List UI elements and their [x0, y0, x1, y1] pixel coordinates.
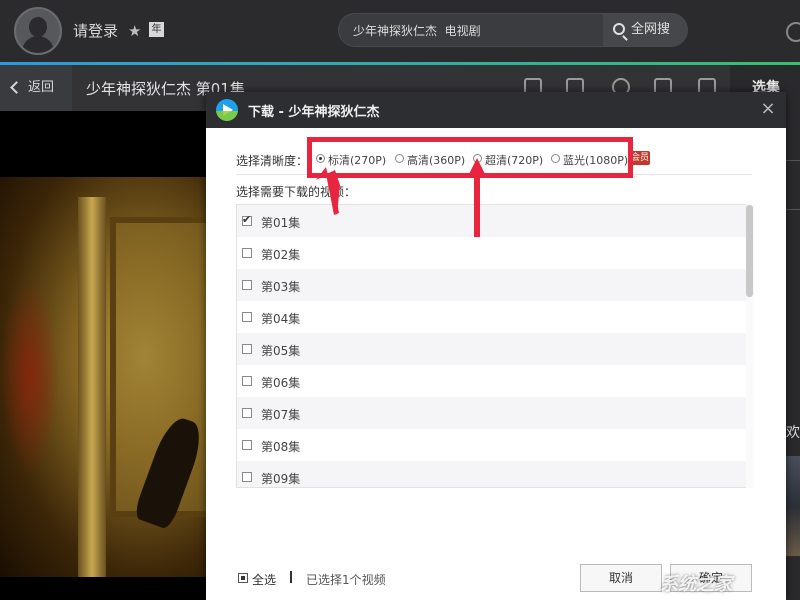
episode-label: 第03集 [261, 280, 301, 294]
search-box: 全网搜 [338, 13, 688, 47]
checkbox[interactable] [242, 472, 252, 482]
quality-option-720p[interactable]: 超清(720P) [473, 152, 543, 168]
search-icon [613, 23, 625, 35]
episode-row-06[interactable]: 第06集 [237, 365, 753, 397]
search-input[interactable] [353, 21, 603, 39]
episode-list: 第01集 第02集 第03集 第04集 第05集 第06集 第07集 第08集 [236, 204, 754, 488]
video-pillar [78, 197, 106, 577]
selected-count: 已选择1个视频 [306, 573, 386, 587]
close-icon[interactable]: × [759, 100, 777, 118]
dialog-title: 下载 - 少年神探狄仁杰 [248, 105, 380, 120]
year-badge-icon[interactable]: 年 [149, 22, 164, 37]
episode-label: 第06集 [261, 376, 301, 390]
episode-label: 第07集 [261, 408, 301, 422]
select-all-checkbox[interactable]: 全选 [238, 571, 276, 588]
checkbox[interactable] [242, 280, 252, 290]
episode-row-01[interactable]: 第01集 [237, 205, 753, 237]
checkbox[interactable] [242, 376, 252, 386]
side-panel-heading: 欢 [786, 425, 800, 441]
search-button[interactable]: 全网搜 [603, 14, 687, 46]
checkbox[interactable] [242, 312, 252, 322]
quality-option-label: 标清(270P) [328, 154, 387, 167]
watermark-logo: 系统之家 [660, 574, 732, 595]
chevron-left-icon [10, 81, 23, 94]
download-dialog: 下载 - 少年神探狄仁杰 × 选择清晰度： 标清(270P) 高清(360P) … [206, 92, 786, 600]
tencent-video-logo-icon [216, 99, 238, 121]
radio-icon [395, 154, 404, 163]
side-panel-divider [785, 160, 800, 210]
refresh-icon[interactable] [786, 22, 800, 42]
radio-icon [551, 154, 560, 163]
search-button-label: 全网搜 [631, 22, 671, 37]
quality-option-label: 超清(720P) [485, 154, 544, 167]
select-all-label: 全选 [252, 573, 277, 587]
cancel-button[interactable]: 取消 [580, 564, 662, 592]
quality-option-360p[interactable]: 高清(360P) [395, 152, 465, 168]
top-bar: 请登录 ★ 年 全网搜 [0, 0, 800, 62]
divider [236, 174, 752, 175]
episode-row-03[interactable]: 第03集 [237, 269, 753, 301]
avatar[interactable] [14, 7, 62, 55]
episode-row-02[interactable]: 第02集 [237, 237, 753, 269]
episode-label: 第04集 [261, 312, 301, 326]
video-frame [0, 177, 206, 577]
avatar-body-shape [22, 36, 54, 53]
episodes-label: 选择需要下载的视频： [236, 185, 357, 199]
episode-row-04[interactable]: 第04集 [237, 301, 753, 333]
episode-row-05[interactable]: 第05集 [237, 333, 753, 365]
quality-option-label: 高清(360P) [407, 154, 466, 167]
quality-label: 选择清晰度： [236, 154, 309, 168]
vip-star-icon[interactable]: ★ [128, 22, 141, 40]
episode-label: 第02集 [261, 248, 301, 262]
episode-label: 第09集 [261, 472, 301, 486]
dialog-header: 下载 - 少年神探狄仁杰 × [206, 92, 786, 128]
episode-label: 第08集 [261, 440, 301, 454]
episode-row-09[interactable]: 第09集 [237, 461, 753, 487]
radio-icon [473, 154, 482, 163]
quality-option-270p[interactable]: 标清(270P) [316, 152, 386, 168]
avatar-head-shape [29, 17, 47, 37]
checkbox[interactable] [242, 344, 252, 354]
checkbox-partial-icon [238, 573, 248, 583]
checkbox[interactable] [242, 248, 252, 258]
checkbox-checked[interactable] [242, 213, 252, 226]
back-button[interactable]: 返回 [0, 65, 72, 111]
episode-label: 第01集 [261, 216, 301, 230]
quality-option-label: 蓝光(1080P) [563, 154, 629, 167]
radio-icon [316, 154, 325, 163]
checkbox[interactable] [242, 408, 252, 418]
video-glow [0, 277, 60, 477]
episode-row-07[interactable]: 第07集 [237, 397, 753, 429]
vip-badge: 会员 [630, 151, 650, 165]
checkbox[interactable] [242, 440, 252, 450]
login-link[interactable]: 请登录 [73, 20, 118, 41]
quality-option-1080p[interactable]: 蓝光(1080P) [551, 152, 628, 168]
footer-divider [290, 571, 292, 583]
scrollbar-thumb[interactable] [746, 205, 753, 297]
episode-row-08[interactable]: 第08集 [237, 429, 753, 461]
back-button-label: 返回 [28, 80, 55, 95]
episode-label: 第05集 [261, 344, 301, 358]
